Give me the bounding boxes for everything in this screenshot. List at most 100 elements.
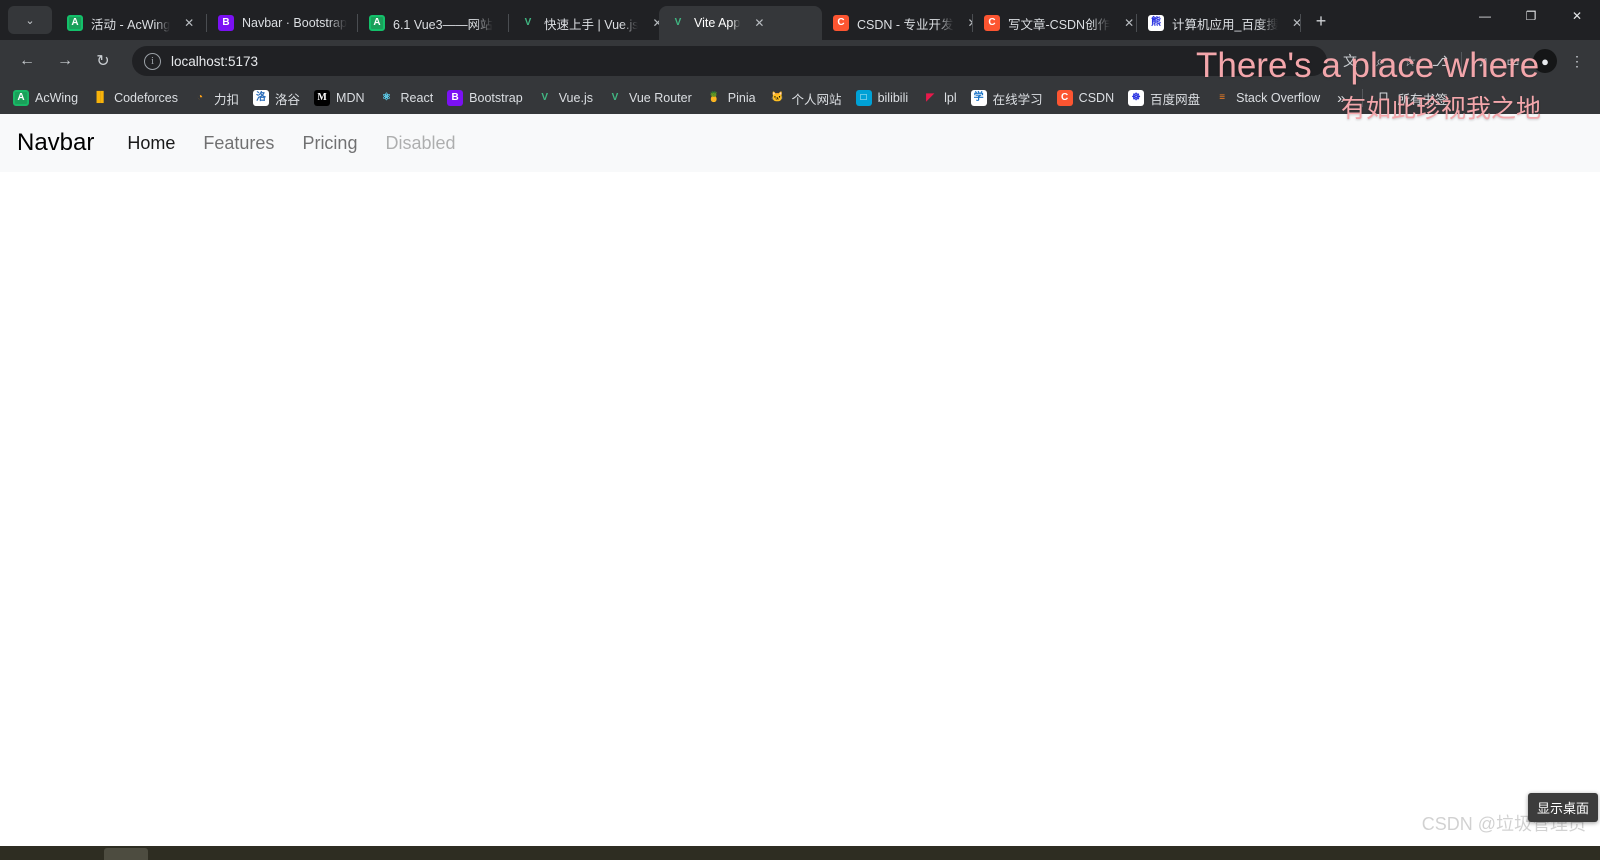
navbar-links: Home Features Pricing Disabled — [113, 134, 469, 152]
address-bar[interactable]: i localhost:5173 — [132, 46, 1327, 76]
luogu-icon: 洛 — [253, 90, 270, 106]
browser-tab[interactable]: A 活动 - AcWing ✕ — [56, 6, 206, 40]
avatar[interactable]: ● — [1533, 49, 1557, 73]
bookmark-mdn[interactable]: M MDN — [307, 87, 371, 109]
bookmark-label: Bootstrap — [469, 91, 523, 105]
bookmark-bootstrap[interactable]: B Bootstrap — [440, 87, 530, 109]
reload-button[interactable]: ↻ — [87, 45, 119, 77]
nav-link-features[interactable]: Features — [189, 134, 288, 152]
tab-title: 快速上手 | Vue.js — [544, 17, 639, 32]
bookmark-online-study[interactable]: 学 在线学习 — [964, 86, 1050, 111]
tab-title: CSDN - 专业开发 — [857, 17, 954, 32]
lpl-icon: ◤ — [926, 92, 934, 103]
browser-tab[interactable]: V 快速上手 | Vue.js ✕ — [509, 6, 659, 40]
tab-list: A 活动 - AcWing ✕ B Navbar · Bootstrap ✕ A… — [56, 0, 1335, 40]
bookmarks-bar: A AcWing ▐▌ Codeforces ◔ 力扣 洛 洛谷 M MDN ⚛… — [0, 82, 1600, 114]
vue-favicon-icon: V — [524, 17, 532, 28]
bookmark-personal-site[interactable]: 🐱 个人网站 — [763, 86, 849, 111]
chevron-down-icon: ⌄ — [25, 14, 35, 27]
side-panel-icon[interactable]: ▭ — [1498, 46, 1528, 76]
new-tab-button[interactable]: + — [1307, 7, 1335, 35]
bilibili-icon: □ — [855, 90, 872, 106]
tab-title: 计算机应用_百度搜 — [1172, 17, 1278, 32]
browser-tab-active[interactable]: V Vite App ✕ — [659, 6, 822, 40]
leetcode-icon: ◔ — [196, 92, 204, 103]
all-bookmarks-button[interactable]: ☐ 所有书签 — [1369, 86, 1455, 111]
bookmark-label: bilibili — [877, 91, 909, 105]
bookmark-label: 洛谷 — [275, 92, 301, 107]
bookmark-vue-router[interactable]: V Vue Router — [600, 87, 699, 109]
bookmark-label: 在线学习 — [992, 92, 1043, 107]
taskbar-item[interactable] — [104, 848, 148, 860]
minimize-button[interactable]: — — [1462, 0, 1508, 32]
browser-toolbar: ← → ↻ i localhost:5173 文 ⌕ ☆ ⎇ ♫ ▭ ● ⋮ — [0, 40, 1600, 82]
browser-tab[interactable]: A 6.1 Vue3——网站 ✕ — [358, 6, 508, 40]
tab-search-button[interactable]: ⌄ — [8, 6, 52, 34]
online-study-icon: 学 — [970, 90, 987, 106]
bootstrap-icon: B — [447, 90, 464, 106]
bookmarks-divider — [1361, 89, 1363, 107]
tab-close-icon[interactable]: ✕ — [503, 14, 508, 32]
translate-icon[interactable]: 文 — [1335, 46, 1365, 76]
tab-strip: ⌄ A 活动 - AcWing ✕ B Navbar · Bootstrap ✕… — [0, 0, 1600, 40]
bookmark-lpl[interactable]: ◤ lpl — [915, 87, 964, 109]
pinia-icon: 🍍 — [707, 92, 720, 103]
bookmarks-overflow-icon[interactable]: » — [1327, 90, 1355, 107]
navbar-brand[interactable]: Navbar — [15, 131, 106, 155]
bookmark-vuejs[interactable]: V Vue.js — [530, 87, 600, 109]
bookmark-bilibili[interactable]: □ bilibili — [849, 87, 916, 109]
nav-link-pricing[interactable]: Pricing — [288, 134, 371, 152]
csdn-icon: C — [1056, 90, 1073, 106]
arrow-left-icon: ← — [19, 52, 35, 69]
show-desktop-tooltip: 显示桌面 — [1527, 793, 1598, 822]
site-navbar: Navbar Home Features Pricing Disabled — [0, 114, 1600, 172]
tab-close-icon[interactable]: ✕ — [180, 14, 198, 32]
bookmark-acwing[interactable]: A AcWing — [6, 87, 85, 109]
site-info-icon[interactable]: i — [144, 52, 161, 70]
address-bar-url: localhost:5173 — [171, 53, 259, 69]
bookmark-baidu-pan[interactable]: ☸ 百度网盘 — [1121, 86, 1207, 111]
personal-site-icon: 🐱 — [771, 92, 784, 103]
chrome-menu-icon[interactable]: ⋮ — [1562, 46, 1592, 76]
baidu-favicon-icon: 熊 — [1148, 15, 1164, 31]
bookmark-label: lpl — [944, 91, 957, 105]
tab-close-icon[interactable]: ✕ — [648, 14, 659, 32]
maximize-button[interactable]: ❐ — [1508, 0, 1554, 32]
reload-icon: ↻ — [96, 53, 110, 70]
forward-button[interactable]: → — [49, 45, 81, 77]
tab-close-icon[interactable]: ✕ — [750, 14, 768, 32]
bookmark-label: Codeforces — [114, 91, 179, 105]
page-viewport: Navbar Home Features Pricing Disabled — [0, 114, 1600, 846]
tab-close-icon[interactable]: ✕ — [964, 14, 973, 32]
bookmark-pinia[interactable]: 🍍 Pinia — [699, 87, 763, 109]
codeforces-icon: ▐▌ — [92, 92, 108, 103]
close-window-button[interactable]: ✕ — [1554, 0, 1600, 32]
bootstrap-favicon-icon: B — [218, 15, 234, 31]
browser-tab[interactable]: C 写文章-CSDN创作 ✕ — [973, 6, 1136, 40]
nav-link-home[interactable]: Home — [113, 134, 189, 152]
stack-overflow-icon: ≡ — [1219, 92, 1226, 103]
bookmark-react[interactable]: ⚛ React — [372, 87, 441, 109]
zoom-search-icon[interactable]: ⌕ — [1365, 46, 1395, 76]
bookmark-stack-overflow[interactable]: ≡ Stack Overflow — [1207, 87, 1327, 109]
media-list-icon[interactable]: ♫ — [1468, 46, 1498, 76]
tab-close-icon[interactable]: ✕ — [1120, 14, 1136, 32]
browser-tab[interactable]: C CSDN - 专业开发 ✕ — [822, 6, 972, 40]
windows-taskbar[interactable] — [0, 846, 1600, 860]
back-button[interactable]: ← — [11, 45, 43, 77]
bookmark-luogu[interactable]: 洛 洛谷 — [246, 86, 307, 111]
browser-tab[interactable]: 熊 计算机应用_百度搜 ✕ — [1137, 6, 1300, 40]
extensions-icon[interactable]: ⎇ — [1425, 46, 1455, 76]
nav-link-disabled: Disabled — [385, 133, 456, 153]
tab-close-icon[interactable]: ✕ — [1288, 14, 1300, 32]
vue-router-icon: V — [611, 92, 619, 103]
browser-tab[interactable]: B Navbar · Bootstrap ✕ — [207, 6, 357, 40]
bookmark-label: Pinia — [727, 91, 756, 105]
bookmark-codeforces[interactable]: ▐▌ Codeforces — [85, 87, 185, 109]
bookmark-leetcode[interactable]: ◔ 力扣 — [185, 86, 246, 111]
page-content-area — [0, 172, 1600, 846]
bookmark-star-icon[interactable]: ☆ — [1395, 46, 1425, 76]
maximize-icon: ❐ — [1525, 9, 1537, 23]
bookmark-csdn[interactable]: C CSDN — [1050, 87, 1121, 109]
tab-separator — [1300, 14, 1301, 32]
